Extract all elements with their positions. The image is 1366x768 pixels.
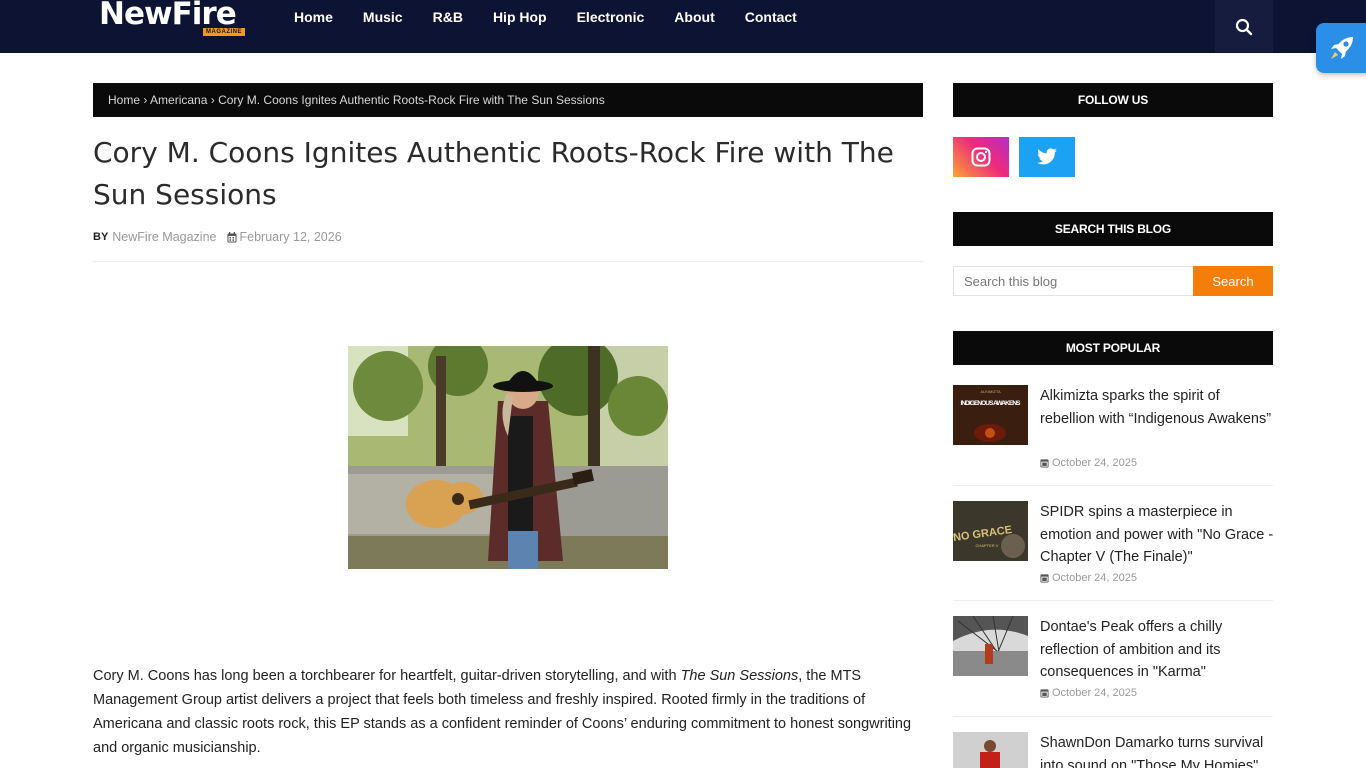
- popular-post-thumbnail[interactable]: [953, 732, 1028, 768]
- popular-post-title[interactable]: SPIDR spins a masterpiece in emotion and…: [1040, 501, 1276, 569]
- popular-post-date-text: October 24, 2025: [1052, 457, 1138, 469]
- thumbnail-text-top: ALKIMIZTA: [980, 389, 1001, 394]
- nav-item-music[interactable]: Music: [348, 0, 418, 34]
- nav-item-electronic[interactable]: Electronic: [562, 0, 660, 34]
- popular-post-date-text: October 24, 2025: [1052, 687, 1138, 699]
- popular-post-date: October 24, 2025: [1040, 572, 1137, 584]
- nav-item-rnb[interactable]: R&B: [418, 0, 478, 34]
- popular-post-date: October 24, 2025: [1040, 457, 1137, 469]
- back-to-top-button[interactable]: [1316, 23, 1366, 73]
- logo-subtext: MAGAZINE: [203, 28, 245, 36]
- instagram-button[interactable]: [953, 137, 1009, 177]
- nav-item-hip-hop[interactable]: Hip Hop: [478, 0, 562, 34]
- calendar-icon: [227, 231, 237, 243]
- twitter-icon: [1037, 148, 1057, 165]
- search-blog-heading: SEARCH THIS BLOG: [953, 212, 1273, 246]
- thumbnail-text-sub: CHAPTER V: [976, 543, 999, 548]
- blog-search-input[interactable]: [953, 266, 1193, 296]
- nav-item-about[interactable]: About: [659, 0, 729, 34]
- breadcrumb-separator: ›: [143, 93, 148, 107]
- instagram-icon: [971, 147, 991, 167]
- popular-post-date-text: October 24, 2025: [1052, 572, 1138, 584]
- breadcrumb: Home › Americana › Cory M. Coons Ignites…: [93, 83, 923, 117]
- follow-us-heading: FOLLOW US: [953, 83, 1273, 117]
- featured-photo: [348, 346, 668, 569]
- breadcrumb-separator: ›: [210, 93, 215, 107]
- article-emphasis: The Sun Sessions: [680, 668, 799, 684]
- nav-item-home[interactable]: Home: [279, 0, 348, 34]
- breadcrumb-home[interactable]: Home: [108, 93, 140, 107]
- rocket-icon: [1331, 37, 1353, 59]
- popular-post-thumbnail[interactable]: [953, 616, 1028, 676]
- author-link[interactable]: NewFire Magazine: [112, 230, 216, 244]
- main-nav: Home Music R&B Hip Hop Electronic About …: [279, 0, 812, 34]
- breadcrumb-current: Cory M. Coons Ignites Authentic Roots-Ro…: [218, 93, 605, 107]
- popular-divider: [953, 716, 1273, 717]
- calendar-icon: [1040, 574, 1049, 583]
- search-icon: [1235, 18, 1253, 35]
- site-logo[interactable]: NewFire MAGAZINE: [99, 0, 259, 45]
- calendar-icon: [1040, 689, 1049, 698]
- breadcrumb-category[interactable]: Americana: [150, 93, 207, 107]
- popular-post-title[interactable]: ShawnDon Damarko turns survival into sou…: [1040, 732, 1276, 768]
- byline-label: BY: [93, 231, 109, 243]
- header-search-button[interactable]: [1215, 0, 1273, 53]
- popular-post-date: October 24, 2025: [1040, 687, 1137, 699]
- calendar-icon: [1040, 459, 1049, 468]
- article-paragraph: Cory M. Coons has long been a torchbeare…: [93, 664, 933, 760]
- popular-post-thumbnail[interactable]: ALKIMIZTA INDIGENOUS AWAKENS: [953, 385, 1028, 445]
- most-popular-heading: MOST POPULAR: [953, 331, 1273, 365]
- popular-post-thumbnail[interactable]: NO GRACE CHAPTER V: [953, 501, 1028, 561]
- popular-divider: [953, 485, 1273, 486]
- blog-search-button[interactable]: Search: [1193, 266, 1273, 296]
- meta-divider: [93, 261, 923, 262]
- nav-item-contact[interactable]: Contact: [730, 0, 812, 34]
- thumbnail-text: INDIGENOUS AWAKENS: [961, 400, 1022, 407]
- popular-post-title[interactable]: Alkimizta sparks the spirit of rebellion…: [1040, 385, 1276, 430]
- post-meta: BY NewFire Magazine February 12, 2026: [93, 230, 342, 244]
- top-navigation-bar: NewFire MAGAZINE Home Music R&B Hip Hop …: [0, 0, 1366, 53]
- post-title: Cory M. Coons Ignites Authentic Roots-Ro…: [93, 136, 894, 211]
- post-date: February 12, 2026: [239, 230, 342, 244]
- article-text: Cory M. Coons has long been a torchbeare…: [93, 668, 681, 684]
- twitter-button[interactable]: [1019, 137, 1075, 177]
- popular-divider: [953, 600, 1273, 601]
- popular-post-title[interactable]: Dontae's Peak offers a chilly reflection…: [1040, 616, 1276, 684]
